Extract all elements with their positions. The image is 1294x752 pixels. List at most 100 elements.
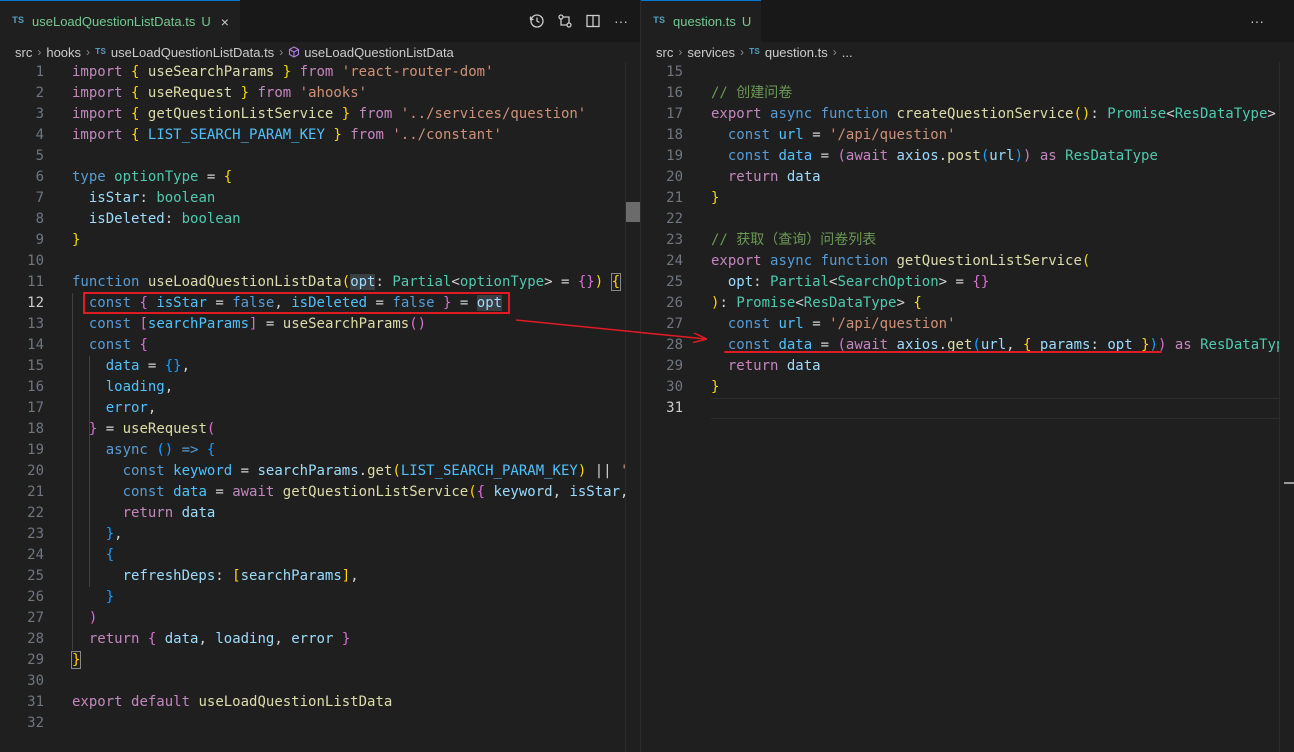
code-text: function useLoadQuestionListData(opt: Pa… [72, 273, 622, 291]
right-scrollbar[interactable] [1279, 62, 1294, 752]
breadcrumb-file[interactable]: question.ts [765, 45, 828, 60]
code-line[interactable]: 25 opt: Partial<SearchOption> = {} [641, 272, 1294, 293]
line-number: 18 [27, 421, 44, 437]
code-line[interactable]: 14 const { [0, 335, 640, 356]
code-line[interactable]: 10 [0, 251, 640, 272]
left-code-editor[interactable]: 1 import { useSearchParams } from 'react-… [0, 62, 640, 752]
code-line[interactable]: 24 export async function getQuestionListS… [641, 251, 1294, 272]
code-line[interactable]: 18 const url = '/api/question' [641, 125, 1294, 146]
code-line[interactable]: 19 async () => { [0, 440, 640, 461]
code-line[interactable]: 32 [0, 713, 640, 734]
breadcrumb-file[interactable]: useLoadQuestionListData.ts [111, 45, 274, 60]
typescript-file-icon: TS [749, 47, 760, 57]
history-icon[interactable] [528, 12, 546, 30]
code-line[interactable]: 7 isStar: boolean [0, 188, 640, 209]
line-number: 10 [27, 253, 44, 269]
code-line[interactable]: 21 const data = await getQuestionListSer… [0, 482, 640, 503]
code-line[interactable]: 6 type optionType = { [0, 167, 640, 188]
code-line[interactable]: 2 import { useRequest } from 'ahooks' [0, 83, 640, 104]
breadcrumb-src[interactable]: src [656, 45, 673, 60]
code-text: } [711, 190, 720, 206]
code-text: const data = (await axios.post(url)) as … [727, 148, 1158, 164]
code-text: const url = '/api/question' [727, 127, 956, 143]
code-line[interactable]: 22 [641, 209, 1294, 230]
code-text: type optionType = { [72, 169, 233, 185]
code-line[interactable]: 29} [0, 650, 640, 671]
code-line[interactable]: 23 // 获取（查询）问卷列表 [641, 230, 1294, 251]
code-line[interactable]: 26 } [0, 587, 640, 608]
code-line[interactable]: 4 import { LIST_SEARCH_PARAM_KEY } from '… [0, 125, 640, 146]
line-number: 28 [666, 337, 683, 353]
typescript-file-icon: TS [12, 16, 25, 27]
typescript-file-icon: TS [653, 16, 666, 27]
code-line[interactable]: 30} [641, 377, 1294, 398]
code-line[interactable]: 17 export async function createQuestionSe… [641, 104, 1294, 125]
code-line[interactable]: 22 return data [0, 503, 640, 524]
split-editor-icon[interactable] [584, 12, 602, 30]
scrollbar-thumb[interactable] [626, 202, 640, 222]
right-code-editor[interactable]: 15 16 // 创建问卷 17 export async function creat… [641, 62, 1294, 752]
line-number: 9 [35, 232, 44, 248]
line-number: 11 [27, 274, 44, 290]
line-number: 16 [27, 379, 44, 395]
code-line[interactable]: 18 } = useRequest( [0, 419, 640, 440]
line-number: 23 [666, 232, 683, 248]
line-number: 21 [27, 484, 44, 500]
code-line[interactable]: 21} [641, 188, 1294, 209]
code-line[interactable]: 16 // 创建问卷 [641, 83, 1294, 104]
code-line[interactable]: 24 { [0, 545, 640, 566]
code-text: } [105, 589, 115, 605]
code-text: isDeleted: boolean [88, 211, 241, 227]
code-line[interactable]: 28 return { data, loading, error } [0, 629, 640, 650]
code-line[interactable]: 17 error, [0, 398, 640, 419]
code-line[interactable]: 27 const url = '/api/question' [641, 314, 1294, 335]
line-number: 24 [27, 547, 44, 563]
code-line[interactable]: 29 return data [641, 356, 1294, 377]
code-line[interactable]: 5 [0, 146, 640, 167]
code-line[interactable]: 19 const data = (await axios.post(url)) … [641, 146, 1294, 167]
typescript-file-icon: TS [95, 47, 106, 57]
line-number: 28 [27, 631, 44, 647]
code-line[interactable]: 23 }, [0, 524, 640, 545]
code-line[interactable]: 30 [0, 671, 640, 692]
code-line[interactable]: 13 const [searchParams] = useSearchParam… [0, 314, 640, 335]
code-line[interactable]: 3 import { getQuestionListService } from … [0, 104, 640, 125]
code-line[interactable]: 15 data = {}, [0, 356, 640, 377]
code-line[interactable]: 8 isDeleted: boolean [0, 209, 640, 230]
line-number: 29 [27, 652, 44, 668]
more-actions-icon[interactable]: ··· [1248, 12, 1266, 30]
code-line[interactable]: 27 ) [0, 608, 640, 629]
code-line[interactable]: 25 refreshDeps: [searchParams], [0, 566, 640, 587]
code-line[interactable]: 16 loading, [0, 377, 640, 398]
code-line[interactable]: 31 export default useLoadQuestionListData [0, 692, 640, 713]
code-text: // 获取（查询）问卷列表 [711, 232, 877, 248]
breadcrumb-symbol[interactable]: useLoadQuestionListData [304, 45, 454, 60]
code-line[interactable]: 26): Promise<ResDataType> { [641, 293, 1294, 314]
code-text: error, [105, 400, 157, 416]
code-line[interactable]: 20 return data [641, 167, 1294, 188]
line-number: 22 [27, 505, 44, 521]
code-line[interactable]: 11 function useLoadQuestionListData(opt: … [0, 272, 640, 293]
code-line[interactable]: 1 import { useSearchParams } from 'react-… [0, 62, 640, 83]
breadcrumb-ellipsis[interactable]: ... [842, 45, 853, 60]
line-number: 5 [35, 148, 44, 164]
code-text: ) [88, 610, 98, 626]
tab-useLoadQuestionListData[interactable]: TS useLoadQuestionListData.ts U × [0, 0, 240, 42]
breadcrumb-hooks[interactable]: hooks [46, 45, 81, 60]
code-text: async () => { [105, 442, 216, 458]
code-text: ): Promise<ResDataType> { [711, 295, 922, 311]
tab-question[interactable]: TS question.ts U [641, 0, 761, 42]
code-line[interactable]: 15 [641, 62, 1294, 83]
line-number: 25 [27, 568, 44, 584]
compare-changes-icon[interactable] [556, 12, 574, 30]
code-line[interactable]: 9} [0, 230, 640, 251]
code-text: } [72, 232, 81, 248]
line-number: 19 [666, 148, 683, 164]
more-actions-icon[interactable]: ··· [612, 12, 630, 30]
breadcrumb-src[interactable]: src [15, 45, 32, 60]
left-scrollbar[interactable] [625, 62, 640, 752]
code-line[interactable]: 20 const keyword = searchParams.get(LIST… [0, 461, 640, 482]
close-icon[interactable]: × [221, 14, 229, 30]
breadcrumb-services[interactable]: services [687, 45, 735, 60]
indent-guide [72, 293, 73, 650]
